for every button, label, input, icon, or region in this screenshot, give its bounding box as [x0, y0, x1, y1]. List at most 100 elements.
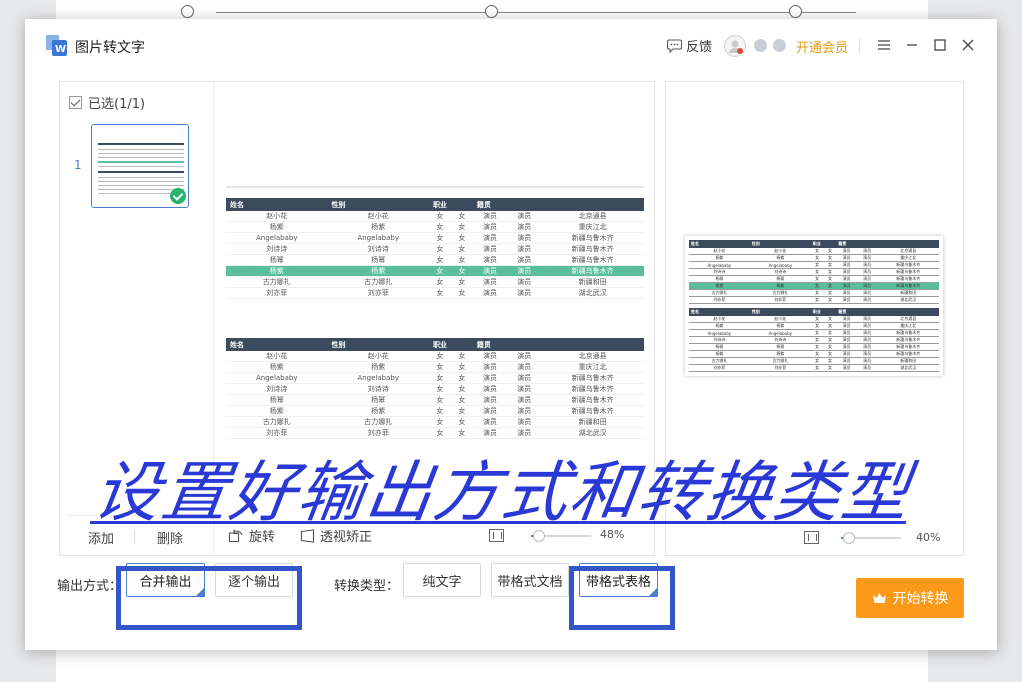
select-all-checkbox[interactable]: 已选(1/1): [69, 93, 145, 112]
table-cell: Angelababy: [749, 261, 811, 269]
table-cell: 赵小花: [226, 211, 328, 222]
result-zoom-slider[interactable]: [841, 532, 901, 544]
table-cell: 女: [428, 372, 451, 384]
table-cell: 刘诗诗: [327, 383, 429, 395]
table-cell: 女: [428, 221, 451, 233]
start-convert-label: 开始转换: [892, 591, 949, 607]
table-cell: 新疆乌鲁木齐: [877, 343, 939, 351]
minimize-icon[interactable]: [904, 37, 920, 53]
table-header-cell: 籍贯: [472, 198, 644, 211]
table-cell: 女: [823, 364, 837, 372]
table-cell: 演员: [856, 322, 878, 330]
table-row: 杨紫 杨紫女女演员 演员 重庆江北: [689, 254, 939, 262]
table-cell: 演员: [507, 232, 542, 244]
table-cell: 演员: [836, 343, 857, 351]
table-cell: 女: [810, 336, 824, 344]
table-row: 杨幂 杨幂女女演员 演员 新疆乌鲁木齐: [226, 254, 644, 266]
feedback-label: 反馈: [686, 40, 713, 55]
table-cell: 新疆乌鲁木齐: [877, 275, 939, 283]
table-row: Angelababy Angelababy 女女演员 演员 新疆乌鲁木齐: [689, 329, 939, 337]
table-cell: 杨幂: [749, 275, 811, 283]
table-cell: 重庆江北: [541, 221, 644, 233]
table-cell: 新疆乌鲁木齐: [877, 350, 939, 358]
maximize-icon[interactable]: [932, 37, 948, 53]
table-cell: 演员: [472, 427, 508, 439]
table-cell: 女: [823, 357, 837, 365]
table-row: 杨紫 杨紫女女演员 演员 重庆江北: [226, 361, 644, 373]
table-row: 杨紫 杨紫女女演员 演员 新疆乌鲁木齐: [226, 405, 644, 417]
table-cell: 杨幂: [327, 394, 429, 406]
table-cell: 演员: [856, 296, 878, 304]
table-row: 古力娜扎 古力娜扎女女演员 演员 新疆和田: [689, 289, 939, 297]
table-cell: 女: [450, 372, 473, 384]
table-cell: 新疆乌鲁木齐: [877, 261, 939, 269]
table-cell: 新疆乌鲁木齐: [877, 282, 939, 290]
table-cell: 赵小花: [327, 351, 429, 362]
table-cell: 演员: [856, 357, 878, 365]
table-header-row: 姓名 性别 职业 籍贯: [689, 240, 939, 248]
table-cell: 演员: [472, 372, 508, 384]
table-cell: 女: [450, 361, 473, 373]
table-cell: 演员: [856, 364, 878, 372]
table-cell: 古力娜扎: [226, 416, 328, 428]
table-cell: 杨紫: [226, 221, 328, 233]
feedback-button[interactable]: 反馈: [667, 36, 712, 55]
table-cell: 刘诗诗: [749, 268, 811, 276]
table-cell: 女: [428, 427, 451, 439]
table-cell: 刘诗诗: [689, 336, 750, 344]
table-row: 刘诗诗 刘诗诗女女演员 演员 新疆乌鲁木齐: [689, 336, 939, 344]
table-cell: 演员: [472, 265, 508, 277]
table-row: 杨紫 杨紫女女演员 演员 重庆江北: [226, 221, 644, 233]
table-cell: 北京通县: [541, 351, 644, 362]
table-cell: 女: [428, 287, 451, 299]
table-cell: 演员: [856, 336, 878, 344]
app-title: 图片转文字: [75, 40, 145, 56]
table-cell: Angelababy: [327, 232, 429, 244]
table-cell: 女: [810, 357, 824, 365]
table-row: 刘诗诗 刘诗诗女女演员 演员 新疆乌鲁木齐: [226, 383, 644, 395]
image-to-text-dialog: W 图片转文字 反馈 开通会员 已选(1/1) 1 添加 删除 姓名 性别 职业…: [25, 19, 997, 650]
table-cell: 演员: [507, 416, 542, 428]
table-cell: Angelababy: [749, 329, 811, 337]
plain-text-option[interactable]: 纯文字: [403, 563, 481, 597]
table-cell: 刘亦菲: [749, 364, 811, 372]
start-convert-button[interactable]: 开始转换: [856, 578, 964, 618]
diamond-icon[interactable]: [773, 39, 786, 52]
table-cell: 刘亦菲: [689, 364, 750, 372]
table-cell: 古力娜扎: [689, 289, 750, 297]
table-cell: 演员: [856, 350, 878, 358]
table-cell: 演员: [836, 282, 857, 290]
table-cell: 女: [450, 221, 473, 233]
table-cell: 杨幂: [226, 254, 328, 266]
table-cell: 演员: [472, 351, 508, 362]
close-icon[interactable]: [960, 37, 976, 53]
table-cell: 女: [428, 394, 451, 406]
table-header-cell: 籍贯: [472, 338, 644, 351]
table-cell: 演员: [836, 364, 857, 372]
table-cell: 女: [823, 343, 837, 351]
menu-icon[interactable]: [876, 37, 892, 53]
table-header-cell: 性别: [749, 240, 811, 248]
table-cell: 女: [810, 322, 824, 330]
page-number: 1: [74, 158, 82, 172]
table-cell: 女: [450, 405, 473, 417]
zoom-slider[interactable]: [531, 530, 591, 542]
table-cell: 杨紫: [327, 405, 429, 417]
table-cell: Angelababy: [689, 329, 750, 337]
table-cell: 新疆乌鲁木齐: [541, 372, 644, 384]
cloud-icon[interactable]: [754, 39, 767, 52]
table-cell: 古力娜扎: [749, 289, 811, 297]
formatted-doc-option[interactable]: 带格式文档: [491, 563, 569, 597]
vip-button[interactable]: 开通会员: [796, 37, 848, 56]
table-cell: 演员: [507, 405, 542, 417]
source-preview: 姓名 性别 职业 籍贯 赵小花 赵小花女女演员 演员 北京通县 杨紫 杨紫女女演员 演员 重庆江北 An…: [226, 186, 644, 456]
table-cell: 刘诗诗: [749, 336, 811, 344]
user-avatar[interactable]: [724, 35, 746, 57]
table-cell: 古力娜扎: [327, 276, 429, 288]
table-cell: 演员: [836, 275, 857, 283]
table-cell: 女: [823, 268, 837, 276]
table-cell: 新疆和田: [541, 416, 644, 428]
table-cell: 女: [450, 287, 473, 299]
table-cell: 重庆江北: [877, 254, 939, 262]
table-cell: 杨幂: [749, 343, 811, 351]
